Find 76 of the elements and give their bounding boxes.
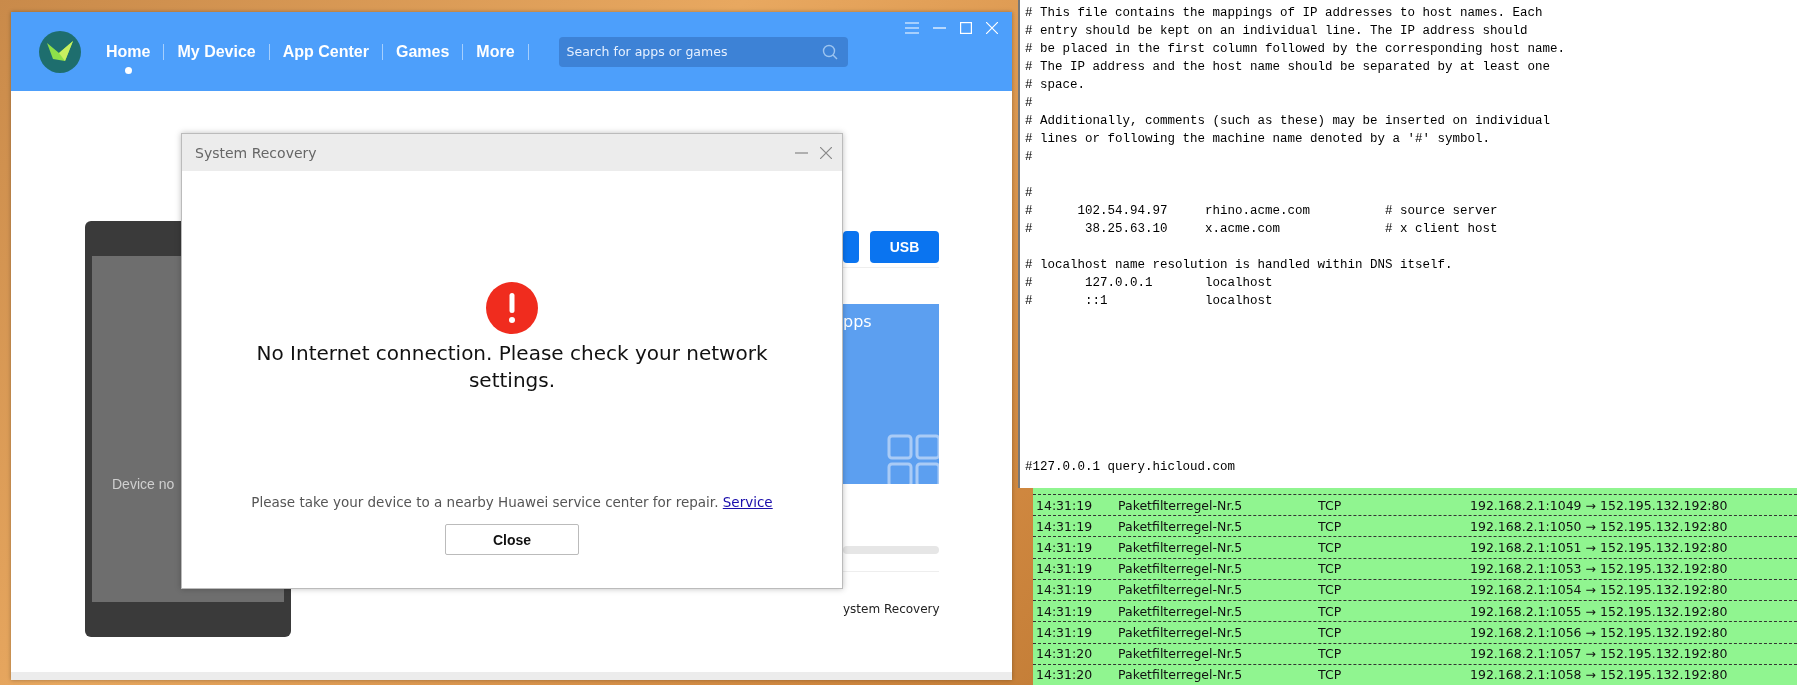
time-cell-text: 14:31:19 [1036,561,1094,577]
banner-title: pps [843,312,872,331]
rule-cell-text: Paketfilterregel-Nr.5 [1118,518,1244,534]
dialog-title: System Recovery [195,144,317,161]
protocol-cell-text: TCP [1318,624,1343,640]
time-cell-text: 14:31:19 [1036,624,1094,640]
grid-icon [887,434,939,484]
search-field[interactable]: Search for apps or games [558,36,848,67]
connection-cell-text: 192.168.2.1:1051 → 152.195.132.192:80 [1470,540,1729,556]
apps-banner[interactable]: pps [843,304,939,484]
connection-cell-text: 192.168.2.1:1053 → 152.195.132.192:80 [1470,561,1729,577]
text-line: # This file contains the mappings of IP addresses to host names. Each [1025,5,1544,22]
text-line: # Additionally, comments (such as these) may be inserted on individual [1025,113,1552,130]
protocol-cell-text: TCP [1318,518,1343,534]
connection-cell-text: 192.168.2.1:1054 → 152.195.132.192:80 [1470,582,1729,598]
service-link[interactable]: Service [722,494,773,510]
protocol-cell-text: TCP [1318,667,1343,683]
protocol-cell-text: TCP [1318,540,1343,556]
maximize-icon[interactable] [960,22,972,34]
rule-cell-text: Paketfilterregel-Nr.5 [1118,667,1244,683]
connection-cell-text: 192.168.2.1:1055 → 152.195.132.192:80 [1470,603,1729,619]
system-recovery-link[interactable]: ystem Recovery [843,602,939,616]
bird-logo [39,30,81,73]
connection-cell-text: 192.168.2.1:1056 → 152.195.132.192:80 [1470,624,1729,640]
close-button[interactable]: Close [445,524,579,555]
nav-tab[interactable]: Games [382,29,463,74]
text-line: # 38.25.63.10 x.acme.com # x client host [1025,221,1499,238]
rule-cell-text: Paketfilterregel-Nr.5 [1118,561,1244,577]
text-line: # The IP address and the host name should be separated by at least one [1025,59,1552,76]
menu-icon[interactable] [905,22,919,34]
connection-cell-text: 192.168.2.1:1058 → 152.195.132.192:80 [1470,667,1729,683]
usb-button[interactable]: USB [870,231,939,263]
connection-cell-text: 192.168.2.1:1050 → 152.195.132.192:80 [1470,518,1729,534]
rule-cell-text: Paketfilterregel-Nr.5 [1118,582,1244,598]
rule-cell-text: Paketfilterregel-Nr.5 [1118,540,1244,556]
rule-cell-text: Paketfilterregel-Nr.5 [1118,624,1244,640]
text-line: # ::1 localhost [1025,293,1274,310]
nav-tab[interactable]: App Center [269,29,382,74]
error-icon [486,282,538,334]
nav-tab[interactable]: More [463,29,528,74]
connection-cell-text: 192.168.2.1:1049 → 152.195.132.192:80 [1470,497,1729,513]
text-line: # [1025,149,1034,166]
text-line: # [1025,185,1034,202]
time-cell-text: 14:31:20 [1036,667,1094,683]
close-icon[interactable] [820,146,832,159]
connection-cell-text: 192.168.2.1:1057 → 152.195.132.192:80 [1470,646,1729,662]
text-line: # lines or following the machine name denoted by a '#' symbol. [1025,131,1492,148]
protocol-cell-text: TCP [1318,561,1343,577]
text-line: # localhost name resolution is handled within DNS itself. [1025,257,1454,274]
connect-button[interactable] [843,231,859,263]
text-line: # [1025,95,1034,112]
error-message: No Internet connection. Please check your network settings. [255,340,769,394]
nav-tab[interactable]: My Device [164,29,269,74]
repair-note: Please take your device to a nearby Huawei service center for repair. Service [251,494,773,510]
rule-cell-text: Paketfilterregel-Nr.5 [1118,603,1244,619]
rule-cell-text: Paketfilterregel-Nr.5 [1118,646,1244,662]
text-line: #127.0.0.1 query.hicloud.com [1025,459,1236,476]
protocol-cell-text: TCP [1318,497,1343,513]
protocol-cell-text: TCP [1318,646,1343,662]
search-icon[interactable] [821,43,838,60]
time-cell-text: 14:31:19 [1036,518,1094,534]
protocol-cell-text: TCP [1318,603,1343,619]
text-line: # 127.0.0.1 localhost [1025,275,1274,292]
text-line: # entry should be kept on an individual line. The IP address should [1025,23,1529,40]
time-cell-text: 14:31:19 [1036,582,1094,598]
time-cell-text: 14:31:19 [1036,497,1094,513]
text-line: # 102.54.94.97 rhino.acme.com # source server [1025,203,1499,220]
nav-tab[interactable]: Home [93,29,164,74]
text-line: # be placed in the first column followed by the corresponding host name. [1025,41,1567,58]
time-cell-text: 14:31:19 [1036,540,1094,556]
protocol-cell-text: TCP [1318,582,1343,598]
rule-cell-text: Paketfilterregel-Nr.5 [1118,497,1244,513]
device-status: Device no [112,476,175,492]
text-line: # space. [1025,77,1086,94]
time-cell-text: 14:31:20 [1036,646,1094,662]
time-cell-text: 14:31:19 [1036,603,1094,619]
